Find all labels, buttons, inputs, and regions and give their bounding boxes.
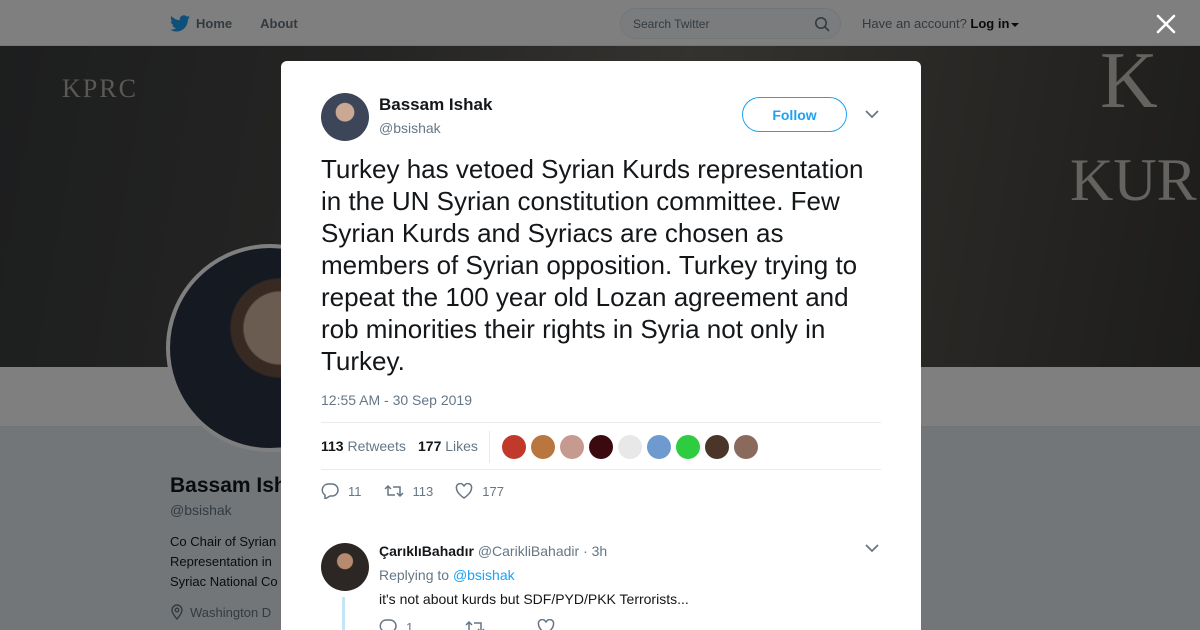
replying-prefix: Replying to (379, 567, 450, 583)
reply-dot: · (583, 543, 588, 559)
reply-time[interactable]: 3h (592, 543, 608, 559)
likes-label: Likes (445, 438, 478, 454)
reply-thread-line (342, 597, 345, 630)
stats-divider (489, 431, 490, 463)
reply-like-action[interactable] (537, 619, 555, 630)
tweet-timestamp[interactable]: 12:55 AM - 30 Sep 2019 (321, 392, 472, 408)
liker-avatar[interactable] (676, 435, 700, 459)
liker-avatar[interactable] (589, 435, 613, 459)
reply-author-handle[interactable]: @CarikliBahadir (478, 543, 579, 559)
liker-avatar[interactable] (734, 435, 758, 459)
tweet-stats: 113 Retweets 177 Likes (321, 422, 881, 470)
chevron-down-icon[interactable] (865, 109, 879, 119)
reply-author-avatar[interactable] (321, 543, 369, 591)
reply-icon (379, 619, 397, 630)
retweet-icon (465, 620, 485, 630)
like-action[interactable]: 177 (455, 483, 504, 499)
reply-reply-count: 1 (406, 619, 414, 630)
liker-avatar[interactable] (618, 435, 642, 459)
likers-avatars (502, 435, 758, 459)
liker-avatar[interactable] (502, 435, 526, 459)
chevron-down-icon[interactable] (865, 543, 879, 553)
tweet-author-avatar[interactable] (321, 93, 369, 141)
reply-retweet-action[interactable] (465, 619, 485, 630)
retweet-action[interactable]: 113 (383, 483, 434, 499)
tweet-modal: Bassam Ishak @bsishak Follow Turkey has … (281, 61, 921, 630)
reply-author-name[interactable]: ÇarıklıBahadır (379, 543, 474, 559)
retweets-count: 113 (321, 438, 344, 454)
tweet-header: Bassam Ishak @bsishak Follow (321, 93, 881, 141)
reply-text: it's not about kurds but SDF/PYD/PKK Ter… (379, 591, 689, 607)
reply-actions: 1 (379, 619, 577, 630)
like-count: 177 (482, 483, 504, 499)
close-icon[interactable] (1152, 10, 1180, 38)
heart-icon (537, 619, 555, 630)
follow-button[interactable]: Follow (742, 97, 847, 132)
liker-avatar[interactable] (531, 435, 555, 459)
tweet-actions: 11 113 177 (321, 481, 526, 501)
reply-count: 11 (348, 483, 362, 499)
likes-count: 177 (418, 438, 442, 454)
retweet-count: 113 (412, 483, 434, 499)
heart-icon (455, 483, 473, 499)
liker-avatar[interactable] (647, 435, 671, 459)
tweet-author-name[interactable]: Bassam Ishak (379, 95, 492, 115)
reply-action[interactable]: 11 (321, 483, 362, 499)
retweet-icon (383, 484, 404, 498)
replying-to: Replying to @bsishak (379, 567, 515, 583)
replying-to-link[interactable]: @bsishak (453, 567, 515, 583)
reply-icon (321, 483, 339, 499)
liker-avatar[interactable] (560, 435, 584, 459)
reply-reply-action[interactable]: 1 (379, 619, 413, 630)
likes-stat[interactable]: 177 Likes (418, 438, 478, 454)
tweet-author-handle[interactable]: @bsishak (379, 120, 441, 136)
tweet-text: Turkey has vetoed Syrian Kurds represent… (321, 154, 864, 376)
retweets-stat[interactable]: 113 Retweets (321, 438, 406, 454)
liker-avatar[interactable] (705, 435, 729, 459)
reply-header: ÇarıklıBahadır @CarikliBahadir · 3h (379, 543, 607, 559)
retweets-label: Retweets (347, 438, 406, 454)
